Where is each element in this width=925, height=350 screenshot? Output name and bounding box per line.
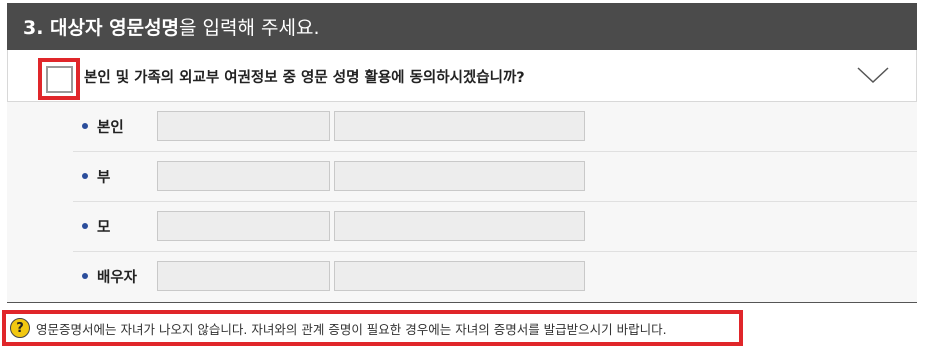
bullet-icon: [82, 223, 88, 229]
given-name-input[interactable]: [334, 111, 585, 141]
row-label: 부: [97, 170, 111, 186]
question-icon: ?: [10, 318, 30, 338]
surname-input[interactable]: [157, 261, 330, 291]
divider: [7, 302, 917, 303]
form-row-father: 부: [73, 152, 917, 202]
surname-input[interactable]: [157, 211, 330, 241]
surname-input[interactable]: [157, 161, 330, 191]
consent-checkbox[interactable]: [45, 65, 73, 93]
name-form: 본인 부 모 배우자: [7, 102, 917, 302]
surname-input[interactable]: [157, 111, 330, 141]
section-title-normal: 을 입력해 주세요.: [179, 17, 320, 39]
notice-box: ? 영문증명서에는 자녀가 나오지 않습니다. 자녀와의 관계 증명이 필요한 …: [2, 310, 743, 346]
bullet-icon: [82, 273, 88, 279]
row-label: 모: [97, 220, 111, 236]
consent-question: 본인 및 가족의 외교부 여권정보 중 영문 성명 활용에 동의하시겠습니까?: [84, 70, 525, 86]
form-row-spouse: 배우자: [73, 252, 917, 302]
bullet-icon: [82, 173, 88, 179]
row-label: 본인: [97, 120, 124, 136]
given-name-input[interactable]: [334, 261, 585, 291]
row-label: 배우자: [97, 270, 138, 286]
form-row-self: 본인: [73, 102, 917, 152]
consent-row[interactable]: 본인 및 가족의 외교부 여권정보 중 영문 성명 활용에 동의하시겠습니까?: [7, 50, 917, 102]
chevron-down-icon[interactable]: [856, 64, 890, 86]
consent-checkbox-highlight: [38, 58, 80, 100]
form-row-mother: 모: [73, 202, 917, 252]
notice-text: 영문증명서에는 자녀가 나오지 않습니다. 자녀와의 관계 증명이 필요한 경우…: [36, 321, 667, 337]
given-name-input[interactable]: [334, 211, 585, 241]
section-title-bold: 3. 대상자 영문성명: [23, 17, 180, 39]
given-name-input[interactable]: [334, 161, 585, 191]
section-header: 3. 대상자 영문성명 을 입력해 주세요.: [7, 3, 917, 50]
bullet-icon: [82, 123, 88, 129]
